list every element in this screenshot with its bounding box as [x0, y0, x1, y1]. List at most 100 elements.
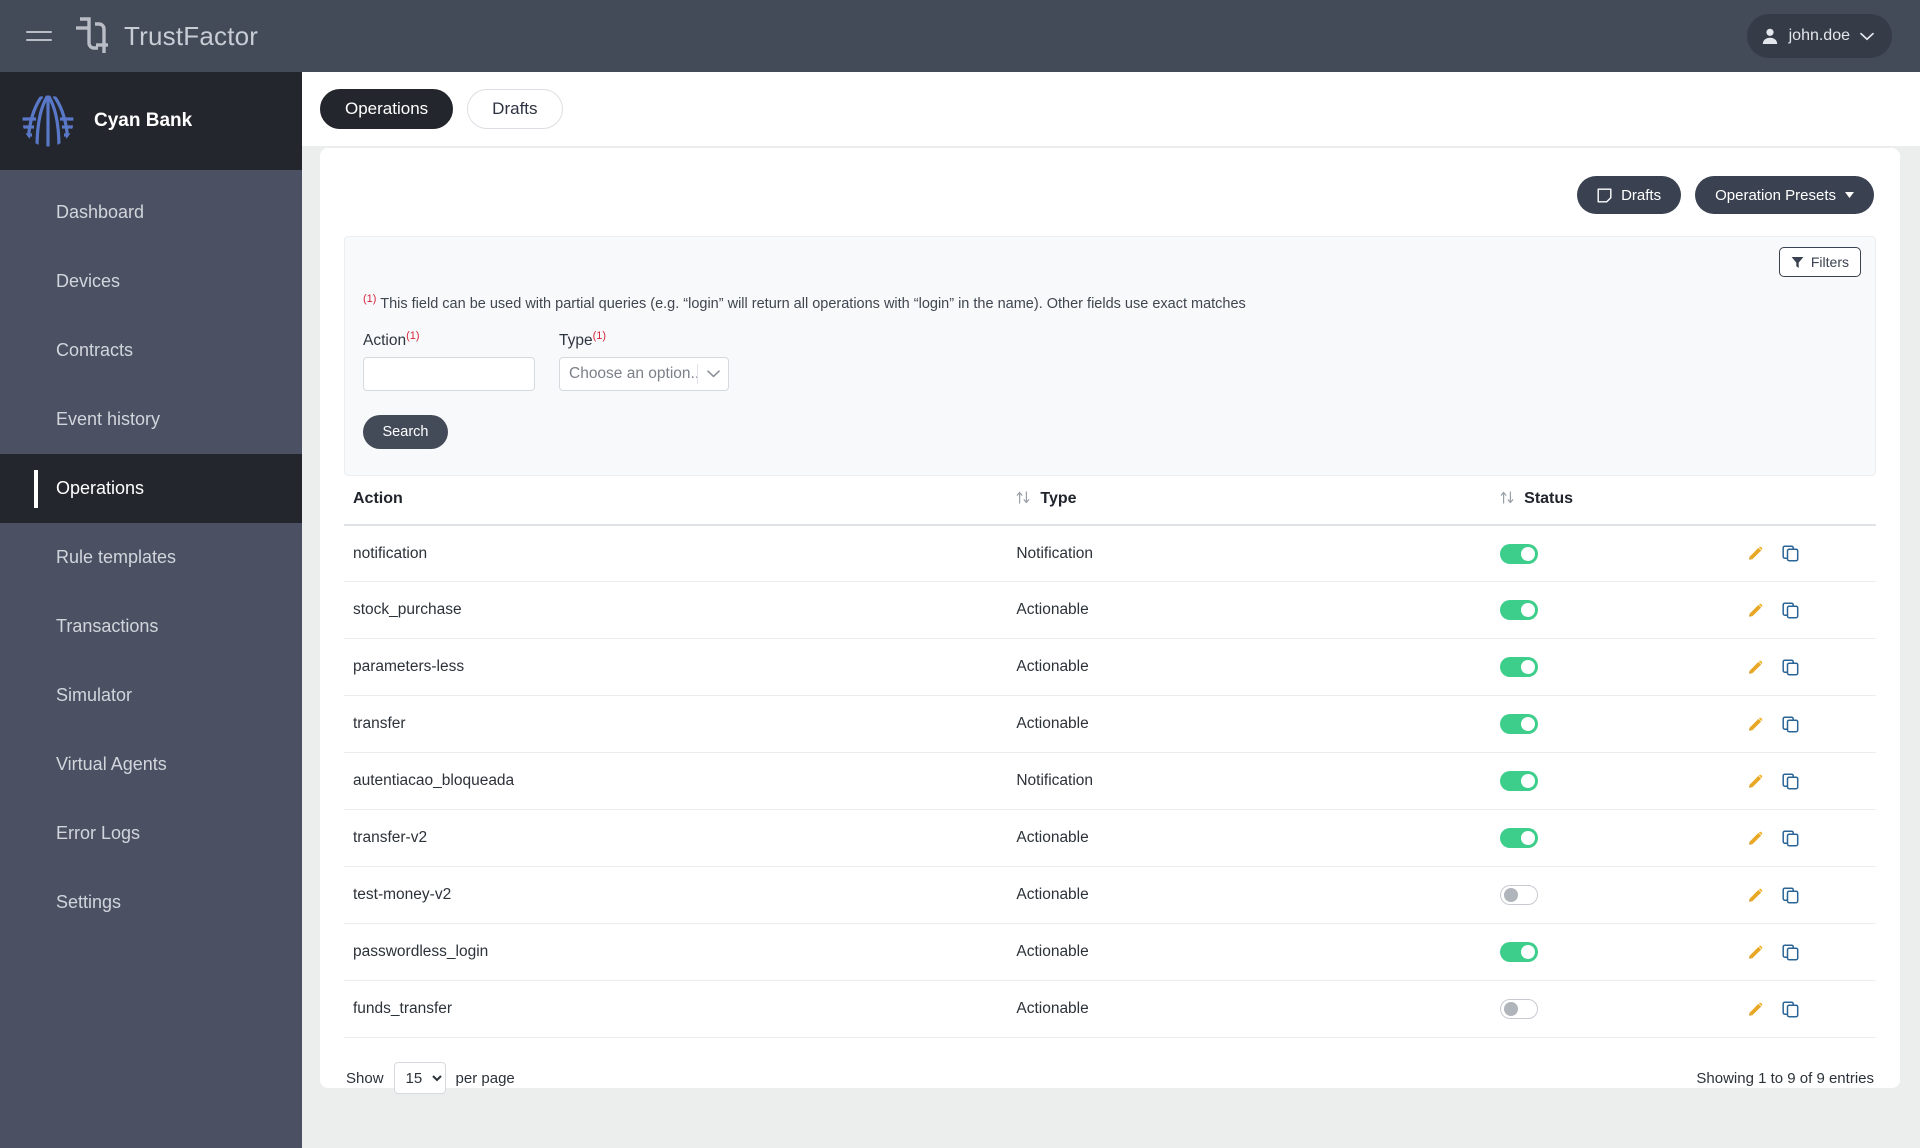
sidebar-item-settings[interactable]: Settings — [0, 868, 302, 937]
column-header-operations — [1747, 475, 1876, 526]
toggle-knob — [1521, 717, 1536, 732]
filters-toggle-button[interactable]: Filters — [1778, 247, 1861, 277]
copy-icon[interactable] — [1782, 1001, 1799, 1018]
action-marker: (1) — [406, 329, 420, 342]
sidebar-item-virtual-agents[interactable]: Virtual Agents — [0, 730, 302, 799]
column-header-type[interactable]: Type — [1016, 475, 1501, 526]
chevron-down-icon — [706, 370, 720, 378]
cell-operations — [1747, 581, 1876, 640]
status-toggle[interactable] — [1500, 942, 1539, 963]
copy-icon[interactable] — [1782, 773, 1799, 790]
status-toggle[interactable] — [1500, 771, 1539, 792]
cell-operations — [1747, 695, 1876, 754]
pencil-icon[interactable] — [1747, 659, 1764, 676]
pencil-icon[interactable] — [1747, 1001, 1764, 1018]
operations-card: Drafts Operation Presets Filters (1) Thi… — [320, 148, 1900, 1095]
copy-icon[interactable] — [1782, 830, 1799, 847]
column-header-action[interactable]: Action — [344, 475, 1017, 526]
chevron-down-icon — [1860, 32, 1874, 40]
drafts-button[interactable]: Drafts — [1577, 176, 1682, 214]
type-select-placeholder: Choose an option... — [569, 364, 697, 382]
sidebar-item-dashboard[interactable]: Dashboard — [0, 178, 302, 247]
table-footer: Show 152550100 per page Showing 1 to 9 o… — [320, 1038, 1900, 1095]
sidebar: Cyan Bank Dashboard Devices Contracts Ev… — [0, 72, 302, 1148]
org-name: Cyan Bank — [94, 110, 193, 131]
copy-icon[interactable] — [1782, 602, 1799, 619]
cell-action: autentiacao_bloqueada — [344, 752, 1017, 811]
cell-operations — [1747, 638, 1876, 697]
sort-updown-icon — [1500, 491, 1514, 504]
cell-operations — [1747, 809, 1876, 868]
hamburger-icon[interactable] — [26, 26, 52, 46]
per-page-control: Show 152550100 per page — [346, 1062, 515, 1095]
cell-operations — [1747, 923, 1876, 982]
pencil-icon[interactable] — [1747, 602, 1764, 619]
cell-status — [1500, 581, 1748, 640]
toggle-knob — [1521, 660, 1536, 675]
cell-action: funds_transfer — [344, 980, 1017, 1039]
table-head: Action Type Status — [344, 475, 1876, 526]
user-name: john.doe — [1788, 27, 1850, 44]
tab-operations[interactable]: Operations — [320, 89, 454, 129]
search-button[interactable]: Search — [363, 414, 448, 449]
table-row: parameters-less Actionable — [344, 638, 1876, 697]
type-label-text: Type — [559, 331, 593, 349]
sidebar-item-event-history[interactable]: Event history — [0, 385, 302, 454]
sidebar-item-operations[interactable]: Operations — [0, 454, 302, 523]
copy-icon[interactable] — [1782, 659, 1799, 676]
card-action-bar: Drafts Operation Presets — [320, 148, 1900, 214]
cell-operations — [1747, 980, 1876, 1039]
pencil-icon[interactable] — [1747, 773, 1764, 790]
sidebar-item-label: Dashboard — [56, 202, 145, 222]
cell-status — [1500, 809, 1748, 868]
type-select[interactable]: Choose an option... — [559, 356, 729, 391]
status-toggle[interactable] — [1500, 657, 1539, 678]
pencil-icon[interactable] — [1747, 887, 1764, 904]
user-menu-button[interactable]: john.doe — [1746, 14, 1892, 58]
sidebar-item-simulator[interactable]: Simulator — [0, 661, 302, 730]
action-input[interactable] — [363, 356, 535, 391]
row-action-icons — [1747, 773, 1876, 790]
sidebar-item-label: Contracts — [56, 340, 134, 360]
cell-status — [1500, 923, 1748, 982]
copy-icon[interactable] — [1782, 887, 1799, 904]
pencil-icon[interactable] — [1747, 545, 1764, 562]
cell-action: notification — [344, 524, 1017, 583]
status-toggle[interactable] — [1500, 600, 1539, 621]
status-toggle[interactable] — [1500, 885, 1539, 906]
cell-type: Actionable — [1016, 866, 1501, 925]
brand-name: TrustFactor — [124, 20, 259, 51]
pencil-icon[interactable] — [1747, 716, 1764, 733]
filter-fields: Action(1) Type(1) Choose an option... — [363, 330, 1857, 391]
row-action-icons — [1747, 887, 1876, 904]
status-toggle[interactable] — [1500, 999, 1539, 1020]
status-toggle[interactable] — [1500, 714, 1539, 735]
tab-drafts[interactable]: Drafts — [467, 89, 563, 129]
copy-icon[interactable] — [1782, 545, 1799, 562]
status-toggle[interactable] — [1500, 543, 1539, 564]
top-bar: TrustFactor john.doe — [0, 0, 1920, 72]
sidebar-item-rule-templates[interactable]: Rule templates — [0, 523, 302, 592]
hint-marker: (1) — [363, 293, 377, 305]
sidebar-item-contracts[interactable]: Contracts — [0, 316, 302, 385]
sort-updown-icon — [1017, 491, 1030, 504]
sidebar-item-error-logs[interactable]: Error Logs — [0, 799, 302, 868]
action-label-text: Action — [363, 331, 407, 349]
row-action-icons — [1747, 659, 1876, 676]
status-toggle[interactable] — [1500, 828, 1539, 849]
table-row: notification Notification — [344, 524, 1876, 583]
sidebar-item-transactions[interactable]: Transactions — [0, 592, 302, 661]
per-page-select[interactable]: 152550100 — [393, 1062, 446, 1095]
pencil-icon[interactable] — [1747, 944, 1764, 961]
row-action-icons — [1747, 545, 1876, 562]
row-action-icons — [1747, 830, 1876, 847]
copy-icon[interactable] — [1782, 944, 1799, 961]
copy-icon[interactable] — [1782, 716, 1799, 733]
toggle-knob — [1504, 1002, 1519, 1017]
sidebar-item-devices[interactable]: Devices — [0, 247, 302, 316]
pencil-icon[interactable] — [1747, 830, 1764, 847]
operation-presets-button[interactable]: Operation Presets — [1695, 176, 1874, 214]
column-header-status[interactable]: Status — [1500, 475, 1748, 526]
show-label: Show — [346, 1069, 384, 1087]
select-caret[interactable] — [698, 370, 728, 378]
